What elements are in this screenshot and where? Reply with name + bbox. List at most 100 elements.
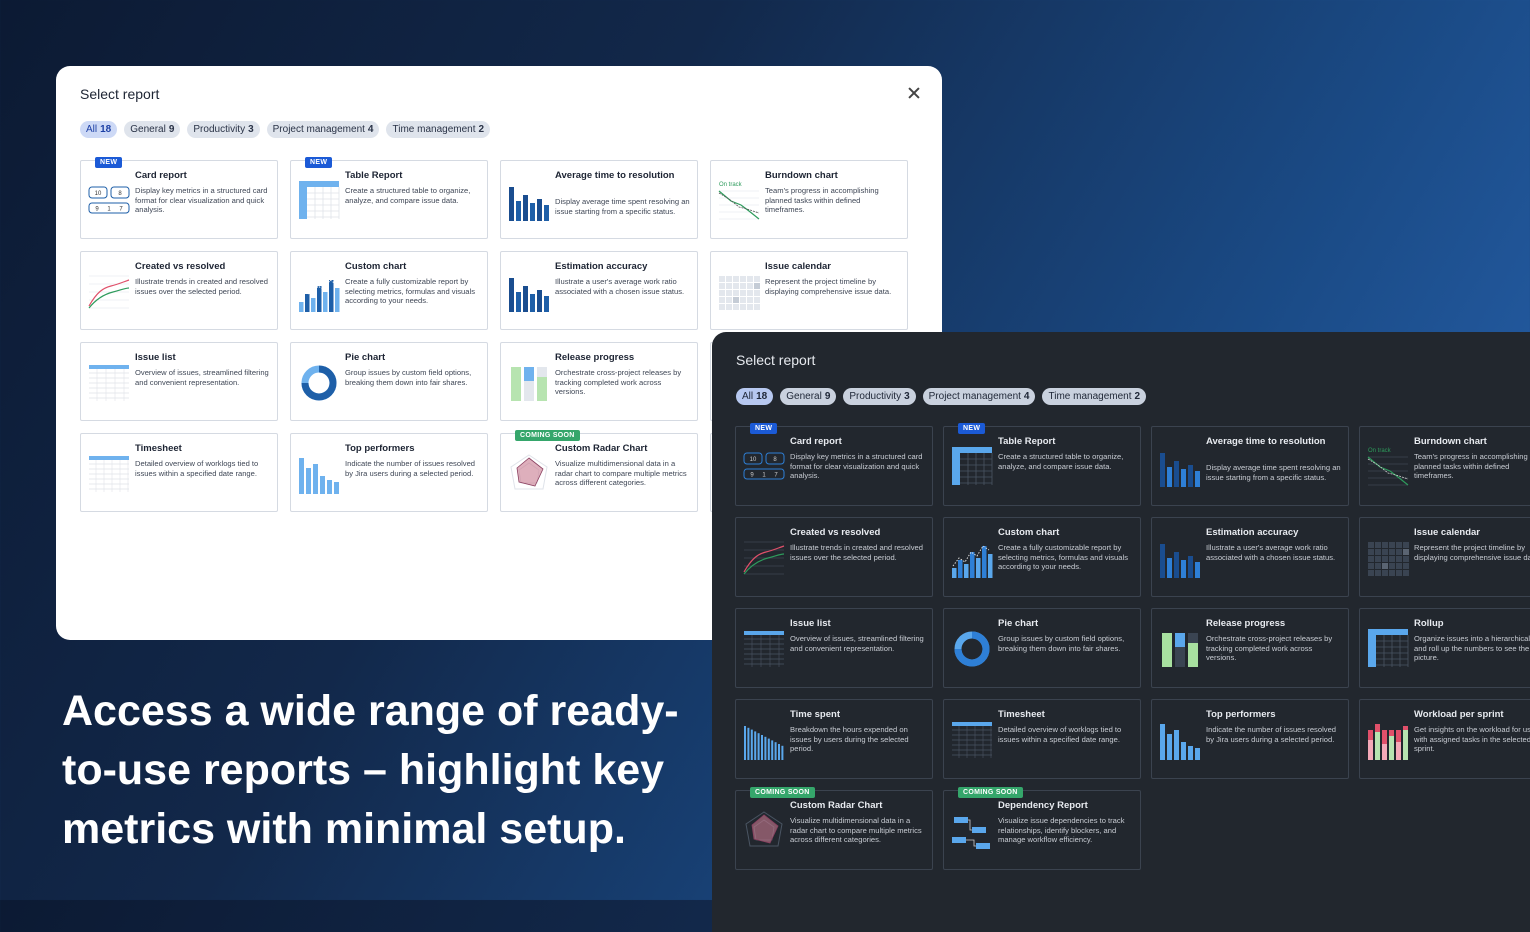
report-card-card-report[interactable]: NEW 10 8 9 1 7 Card report Display key met… — [735, 423, 933, 506]
filter-chip-time-management[interactable]: Time management 2 — [1042, 388, 1147, 405]
report-card-card-report[interactable]: NEW 10 8 9 1 7 Card report Display key met… — [80, 157, 278, 239]
card-title: Table Report — [345, 170, 403, 181]
report-card-top-performers[interactable]: Top performers Indicate the number of iss… — [290, 433, 488, 512]
filter-chip-general[interactable]: General 9 — [780, 388, 837, 405]
card-description: Illustrate trends in created and resolve… — [790, 543, 923, 562]
report-card-timesheet[interactable]: Timesheet Detailed overview of worklogs t… — [943, 699, 1141, 779]
chip-count: 3 — [248, 124, 254, 135]
report-card-custom-radar-chart[interactable]: COMING SOON Custom Radar Chart Visualize … — [500, 430, 698, 512]
svg-text:9: 9 — [750, 473, 754, 479]
report-card-table-report[interactable]: NEW Table Report Create a structured table… — [290, 157, 488, 239]
chip-label: General — [786, 391, 822, 402]
report-card-issue-calendar[interactable]: Issue calendar Represent the project time… — [710, 251, 908, 330]
filter-chip-productivity[interactable]: Productivity 3 — [843, 388, 916, 405]
card-description: Detailed overview of worklogs tied to is… — [135, 459, 259, 478]
report-card-custom-chart[interactable]: Custom chart Create a fully customizable … — [943, 517, 1141, 597]
chip-label: General — [130, 124, 166, 135]
card-description: Team's progress in accomplishing planned… — [765, 186, 879, 215]
new-badge: NEW — [750, 423, 778, 434]
report-card-burndown-chart[interactable]: On track Burndown chart Team's progress i… — [1359, 426, 1530, 506]
report-card-issue-list[interactable]: Issue list Overview of issues, streamline… — [80, 342, 278, 421]
chip-count: 18 — [756, 391, 768, 402]
card-title: Table Report — [998, 436, 1056, 447]
chip-count: 2 — [478, 124, 485, 135]
close-icon[interactable] — [904, 84, 924, 104]
filter-chip-project-management[interactable]: Project management 4 — [922, 388, 1036, 405]
card-description: Orchestrate cross-project releases by tr… — [555, 368, 682, 397]
filter-chip-productivity[interactable]: Productivity 3 — [187, 121, 260, 138]
filter-chip-all[interactable]: All 18 — [736, 388, 774, 405]
report-card-top-performers[interactable]: Top performers Indicate the number of iss… — [1151, 699, 1349, 779]
report-card-rollup[interactable]: Rollup Organize issues into a hierarchica… — [1359, 608, 1530, 688]
report-card-estimation-accuracy[interactable]: Estimation accuracy Illustrate a user's a… — [500, 251, 698, 330]
chip-label: Productivity — [849, 391, 902, 402]
dependency-icon — [952, 817, 990, 849]
table-icon — [1368, 629, 1409, 667]
card-description: Illustrate a user's average work ratio a… — [1206, 543, 1336, 562]
chip-count: 4 — [1023, 391, 1030, 402]
report-card-release-progress[interactable]: Release progress Orchestrate cross-projec… — [500, 342, 698, 421]
card-description: Detailed overview of worklogs tied to is… — [998, 725, 1122, 744]
chip-count: 9 — [168, 124, 175, 135]
report-card-created-vs-resolved[interactable]: Created vs resolved Illustrate trends in … — [735, 517, 933, 597]
card-title: Created vs resolved — [790, 527, 881, 538]
list-icon — [744, 631, 784, 667]
filter-chip-project-management[interactable]: Project management 4 — [266, 121, 380, 138]
report-card-pie-chart[interactable]: Pie chart Group issues by custom field op… — [943, 608, 1141, 688]
select-report-dialog-dark: Select report All 18 General 9 Productivity 3… — [712, 332, 1530, 932]
chip-label: Project management — [928, 391, 1021, 402]
report-card-release-progress[interactable]: Release progress Orchestrate cross-projec… — [1151, 608, 1349, 688]
report-card-custom-chart[interactable]: Custom chart Create a fully customizable … — [290, 251, 488, 330]
svg-text:On track: On track — [1368, 448, 1392, 454]
report-card-timesheet[interactable]: Timesheet Detailed overview of worklogs t… — [80, 433, 278, 512]
new-badge: NEW — [305, 157, 333, 168]
chip-label: Productivity — [193, 124, 246, 135]
report-card-issue-calendar[interactable]: Issue calendar Represent the project time… — [1359, 517, 1530, 597]
svg-text:7: 7 — [119, 207, 123, 213]
card-title: Issue list — [790, 618, 831, 629]
report-card-table-report[interactable]: NEW Table Report Create a structured table… — [943, 423, 1141, 506]
report-card-workload-per-sprint[interactable]: Workload per sprint Get insights on the w… — [1359, 699, 1530, 779]
filter-chip-time-management[interactable]: Time management 2 — [386, 121, 491, 138]
card-title: Dependency Report — [998, 800, 1088, 811]
report-card-custom-radar-chart[interactable]: COMING SOON Custom Radar Chart Visualize … — [735, 787, 933, 870]
filter-chip-all[interactable]: All 18 — [80, 121, 118, 138]
card-description: Create a fully customizable report by se… — [345, 277, 475, 306]
card-title: Burndown chart — [765, 170, 838, 181]
chip-label: Time management — [1048, 391, 1132, 402]
card-title: Estimation accuracy — [1206, 527, 1299, 538]
bar-chart-icon — [509, 278, 549, 312]
filter-chip-general[interactable]: General 9 — [124, 121, 181, 138]
new-badge: NEW — [95, 157, 123, 168]
report-card-burndown-chart[interactable]: On track Burndown chart Team's progress i… — [710, 160, 908, 239]
svg-text:1: 1 — [107, 207, 111, 213]
card-title: Issue list — [135, 352, 176, 363]
donut-icon — [301, 365, 337, 401]
chip-count: 4 — [367, 124, 374, 135]
card-description: Visualize multidimensional data in a rad… — [555, 459, 687, 488]
card-description: Create a fully customizable report by se… — [998, 543, 1128, 572]
card-title: Issue calendar — [1414, 527, 1481, 538]
report-card-estimation-accuracy[interactable]: Estimation accuracy Illustrate a user's a… — [1151, 517, 1349, 597]
filter-chips: All 18 General 9 Productivity 3 Project manage… — [736, 388, 1147, 405]
headline: Access a wide range of ready-to-use repo… — [62, 687, 679, 853]
report-card-created-vs-resolved[interactable]: Created vs resolved Illustrate trends in … — [80, 251, 278, 330]
card-description: Overview of issues, streamlined filterin… — [790, 634, 924, 653]
report-card-average-time-to-resolution[interactable]: Average time to resolution Display averag… — [500, 160, 698, 239]
card-title: Average time to resolution — [555, 170, 675, 181]
chip-count: 2 — [1134, 391, 1141, 402]
report-card-dependency-report[interactable]: COMING SOON Dependency Report Visualize i… — [943, 787, 1141, 870]
report-card-pie-chart[interactable]: Pie chart Group issues by custom field op… — [290, 342, 488, 421]
card-title: Custom Radar Chart — [790, 800, 883, 811]
card-title: Custom chart — [345, 261, 407, 272]
card-description: Display key metrics in a structured card… — [135, 186, 268, 215]
report-card-average-time-to-resolution[interactable]: Average time to resolution Display averag… — [1151, 426, 1349, 506]
report-card-time-spent[interactable]: Time spent Breakdown the hours expended o… — [735, 699, 933, 779]
svg-text:9: 9 — [95, 207, 99, 213]
donut-icon — [954, 631, 990, 667]
card-title: Top performers — [1206, 709, 1276, 720]
card-description: Group issues by custom field options, br… — [998, 634, 1125, 653]
bar-chart-icon — [1160, 544, 1200, 578]
report-card-issue-list[interactable]: Issue list Overview of issues, streamline… — [735, 608, 933, 688]
card-description: Orchestrate cross-project releases by tr… — [1206, 634, 1333, 663]
